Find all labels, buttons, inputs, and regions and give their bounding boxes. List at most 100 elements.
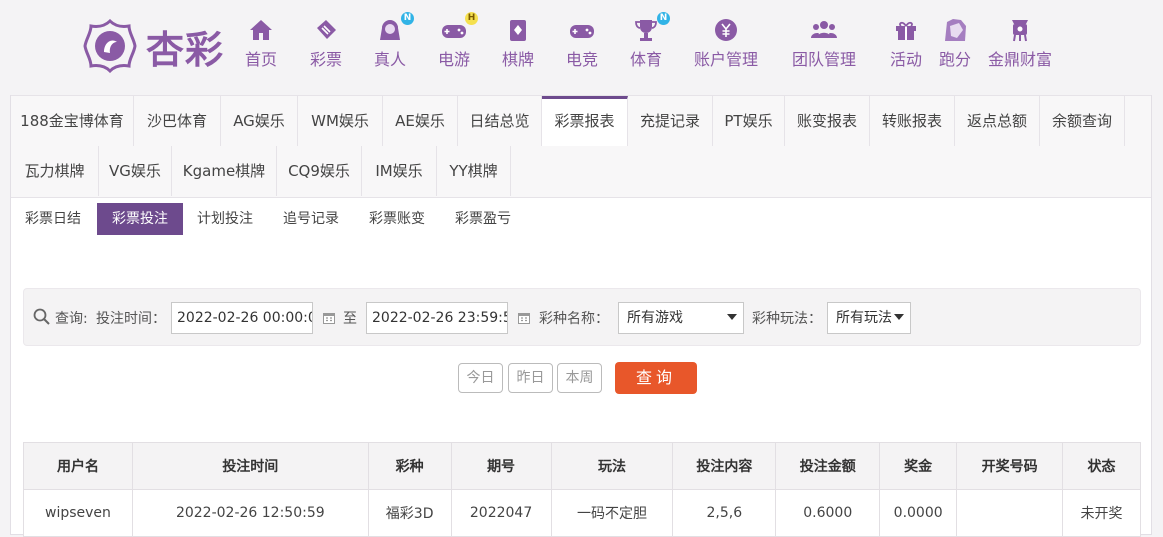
tab-lottery-report[interactable]: 彩票报表 [542,96,628,146]
live-dealer-icon [380,20,400,40]
cell-status: 未开奖 [1062,489,1141,537]
subtab-profit-loss[interactable]: 彩票盈亏 [451,203,515,235]
col-bet-amount: 投注金额 [775,442,881,490]
tab-kgame-chess[interactable]: Kgame棋牌 [172,146,277,196]
tab-daily-overview[interactable]: 日结总览 [458,96,542,146]
gift-icon [896,21,916,40]
col-username: 用户名 [23,442,133,490]
lottery-ticket-icon [317,20,336,39]
tab-ag[interactable]: AG娱乐 [221,96,298,146]
tab-im[interactable]: IM娱乐 [362,146,437,196]
brand-name: 杏彩 [146,26,225,72]
tab-transfer-report[interactable]: 转账报表 [870,96,955,146]
tripod-icon [1012,20,1028,42]
play-type-label: 彩种玩法： [752,311,822,327]
col-issue: 期号 [450,442,552,490]
report-tabs: 188金宝博体育 沙巴体育 AG娱乐 WM娱乐 AE娱乐 日结总览 彩票报表 充… [11,95,1151,198]
cell-username: wipseven [23,489,133,537]
esports-gamepad-icon [570,25,594,38]
tab-balance-query[interactable]: 余额查询 [1040,96,1125,146]
subtab-bets[interactable]: 彩票投注 [97,203,183,235]
lion-icon [945,19,966,41]
nav-slots[interactable]: H 电游 [438,12,478,70]
subtab-daily[interactable]: 彩票日结 [21,203,85,235]
tab-vg[interactable]: VG娱乐 [99,146,172,196]
yesterday-button[interactable]: 昨日 [508,363,553,393]
cell-bet-time: 2022-02-26 12:50:59 [131,489,369,537]
tab-balance-change[interactable]: 账变报表 [785,96,870,146]
col-lottery: 彩种 [367,442,452,490]
tab-188-sports[interactable]: 188金宝博体育 [11,96,134,146]
tab-deposit-withdraw[interactable]: 充提记录 [628,96,713,146]
play-type-select[interactable]: 所有玩法 [827,302,911,334]
tab-ae[interactable]: AE娱乐 [383,96,458,146]
nav-account[interactable]: 账户管理 [694,16,758,70]
col-status: 状态 [1062,442,1141,490]
tab-wali-chess[interactable]: 瓦力棋牌 [11,146,99,196]
cell-draw-number [956,489,1064,537]
nav-label: 跑分 [939,50,972,69]
nav-label: 真人 [374,50,407,69]
game-name-label: 彩种名称： [539,311,609,327]
nav-home[interactable]: 首页 [245,16,277,70]
tab-wm[interactable]: WM娱乐 [298,96,383,146]
cell-bet-amount: 0.6000 [775,489,881,537]
nav-chess[interactable]: 棋牌 [502,16,534,70]
hot-badge: H [465,12,478,25]
col-draw-number: 开奖号码 [956,442,1064,490]
play-type-select-value: 所有玩法 [836,310,892,326]
search-button[interactable]: 查询 [615,362,697,394]
yen-coin-icon [715,19,737,41]
game-select-value: 所有游戏 [627,310,683,326]
trophy-icon [635,20,657,41]
nav-wealth[interactable]: 金鼎财富 [988,16,1052,70]
subtab-balance-change[interactable]: 彩票账变 [365,203,429,235]
nav-label: 棋牌 [502,50,535,69]
nav-team[interactable]: 团队管理 [792,16,856,70]
nav-score[interactable]: 跑分 [939,16,971,70]
start-time-input[interactable]: 2022-02-26 00:00:00 [171,302,313,334]
calendar-icon[interactable] [322,311,336,325]
this-week-button[interactable]: 本周 [557,363,602,393]
nav-label: 彩票 [310,50,343,69]
tab-rebate-total[interactable]: 返点总额 [955,96,1040,146]
chevron-down-icon [727,314,737,320]
cell-prize: 0.0000 [879,489,958,537]
nav-label: 电游 [438,50,471,69]
tab-saba-sports[interactable]: 沙巴体育 [134,96,221,146]
new-badge: N [657,12,670,25]
nav-live[interactable]: N 真人 [374,12,414,70]
new-badge: N [401,12,414,25]
home-icon [250,20,272,40]
today-button[interactable]: 今日 [458,363,503,393]
col-bet-content: 投注内容 [672,442,777,490]
nav-sports[interactable]: N 体育 [630,12,670,70]
nav-lottery[interactable]: 彩票 [310,16,342,70]
to-label: 至 [343,311,357,327]
calendar-icon[interactable] [517,311,531,325]
gamepad-icon [442,25,466,38]
query-bar: 查询: 投注时间： 2022-02-26 00:00:00 至 2022-02-… [23,288,1141,346]
nav-esports[interactable]: 电竞 [566,16,598,70]
tab-pt[interactable]: PT娱乐 [713,96,785,146]
col-play-type: 玩法 [550,442,674,490]
logo-emblem-icon [83,18,137,74]
nav-promo[interactable]: 活动 [890,16,922,70]
search-icon [33,308,50,325]
col-prize: 奖金 [879,442,958,490]
end-time-input[interactable]: 2022-02-26 23:59:59 [366,302,508,334]
cell-play-type: 一码不定胆 [550,489,674,537]
subtab-chase-records[interactable]: 追号记录 [279,203,343,235]
query-label: 查询: [55,311,88,327]
tab-cq9[interactable]: CQ9娱乐 [277,146,362,196]
game-select[interactable]: 所有游戏 [618,302,744,334]
tab-yy-chess[interactable]: YY棋牌 [437,146,511,196]
brand-logo[interactable]: 杏彩 [82,16,224,76]
table-header-row: 用户名 投注时间 彩种 期号 玩法 投注内容 投注金额 奖金 开奖号码 状态 [23,442,1141,490]
bets-table: 用户名 投注时间 彩种 期号 玩法 投注内容 投注金额 奖金 开奖号码 状态 w… [23,442,1141,537]
table-row: wipseven 2022-02-26 12:50:59 福彩3D 202204… [23,489,1141,537]
nav-label: 活动 [890,50,923,69]
cards-icon [510,20,526,41]
subtab-plan-bets[interactable]: 计划投注 [193,203,257,235]
nav-label: 团队管理 [792,50,857,69]
